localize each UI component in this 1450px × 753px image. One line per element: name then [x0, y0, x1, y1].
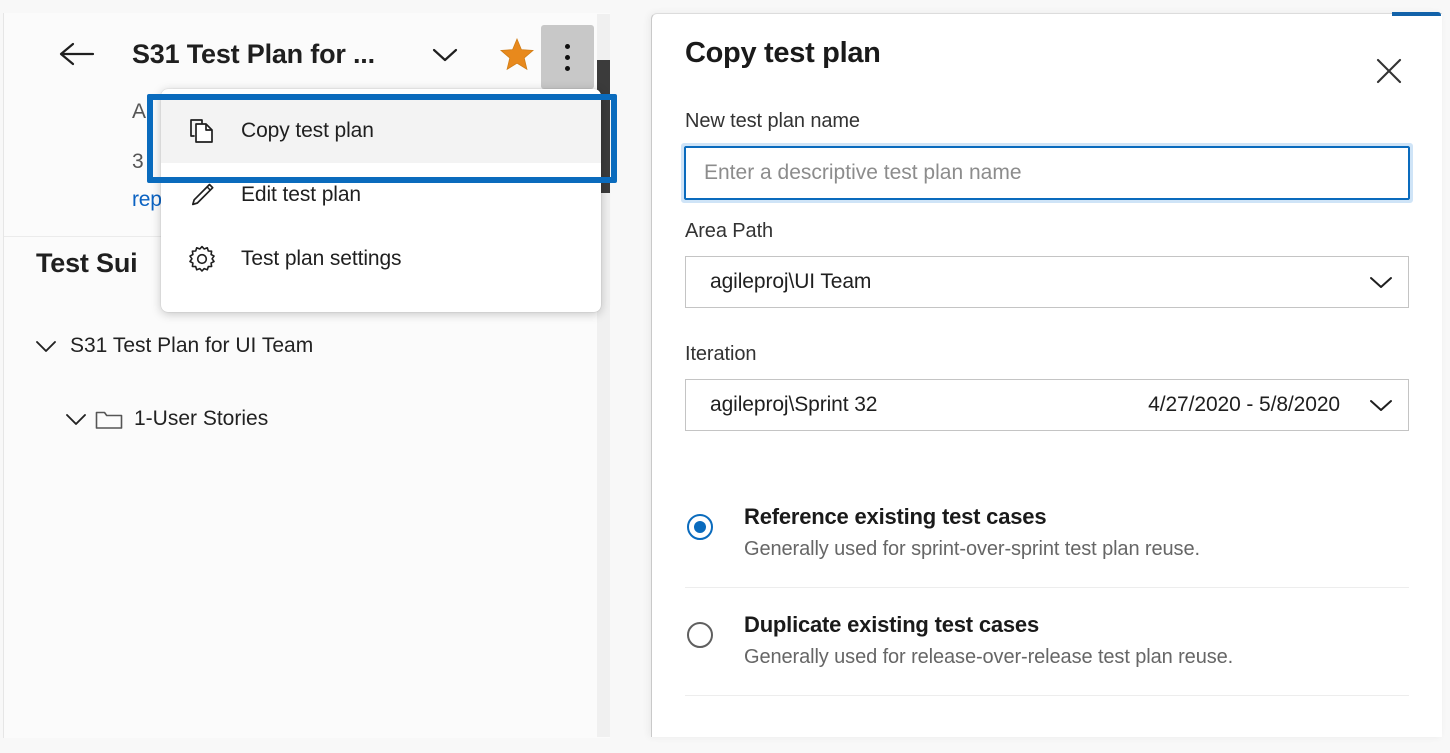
- pencil-icon: [187, 178, 225, 212]
- iteration-label: Iteration: [685, 343, 756, 366]
- ellipsis-vertical-icon: [565, 44, 570, 71]
- gear-icon: [187, 242, 225, 276]
- test-suites-heading: Test Sui: [36, 248, 137, 279]
- radio-button-reference[interactable]: [687, 514, 713, 540]
- option-description: Generally used for release-over-release …: [744, 643, 1233, 671]
- chevron-down-icon[interactable]: [60, 403, 92, 435]
- meta-link[interactable]: rep: [132, 188, 162, 212]
- menu-item-test-plan-settings[interactable]: Test plan settings: [161, 227, 601, 291]
- chevron-down-icon[interactable]: [425, 36, 465, 74]
- copy-test-plan-dialog: Copy test plan New test plan name Area P…: [651, 13, 1442, 737]
- meta-count-text: 3: [132, 150, 143, 174]
- new-test-plan-name-input[interactable]: [684, 146, 1410, 200]
- page-title[interactable]: S31 Test Plan for ...: [132, 33, 375, 75]
- option-duplicate-existing-test-cases[interactable]: Duplicate existing test cases Generally …: [685, 588, 1409, 696]
- folder-icon: [92, 403, 126, 435]
- more-actions-button[interactable]: [541, 25, 594, 89]
- menu-item-label: Copy test plan: [241, 119, 374, 143]
- dialog-title: Copy test plan: [685, 37, 881, 70]
- chevron-down-icon[interactable]: [1354, 380, 1408, 430]
- tree-item-user-stories[interactable]: 1-User Stories: [60, 403, 268, 435]
- area-path-value: agileproj\UI Team: [710, 270, 871, 294]
- copy-icon: [187, 114, 225, 148]
- chevron-down-icon[interactable]: [1354, 257, 1408, 307]
- menu-item-copy-test-plan[interactable]: Copy test plan: [161, 99, 601, 163]
- option-reference-existing-test-cases[interactable]: Reference existing test cases Generally …: [685, 480, 1409, 588]
- area-path-label: Area Path: [685, 220, 773, 243]
- menu-item-label: Edit test plan: [241, 183, 361, 207]
- tree-item-test-plan[interactable]: S31 Test Plan for UI Team: [30, 330, 313, 362]
- star-icon[interactable]: [496, 33, 538, 75]
- close-icon[interactable]: [1366, 48, 1412, 94]
- option-title: Duplicate existing test cases: [744, 612, 1039, 637]
- meta-area-path-text: A: [132, 100, 146, 124]
- iteration-select[interactable]: agileproj\Sprint 32 4/27/2020 - 5/8/2020: [685, 379, 1409, 431]
- radio-button-duplicate[interactable]: [687, 622, 713, 648]
- context-menu: Copy test plan Edit test plan Te: [161, 89, 601, 312]
- back-button[interactable]: [55, 32, 99, 76]
- app-root: S31 Test Plan for ... A 3 rep Test Sui: [0, 0, 1450, 753]
- area-path-select[interactable]: agileproj\UI Team: [685, 256, 1409, 308]
- menu-item-edit-test-plan[interactable]: Edit test plan: [161, 163, 601, 227]
- option-text: Reference existing test cases Generally …: [744, 502, 1200, 563]
- option-text: Duplicate existing test cases Generally …: [744, 610, 1233, 671]
- tree-item-label: S31 Test Plan for UI Team: [70, 334, 313, 358]
- new-test-plan-name-field[interactable]: [681, 143, 1413, 203]
- copy-mode-options: Reference existing test cases Generally …: [685, 480, 1409, 696]
- iteration-value: agileproj\Sprint 32: [710, 393, 877, 417]
- dialog-top-accent-bar: [1392, 12, 1441, 16]
- tree-item-label: 1-User Stories: [134, 407, 268, 431]
- chevron-down-icon[interactable]: [30, 330, 62, 362]
- option-title: Reference existing test cases: [744, 504, 1046, 529]
- new-test-plan-name-label: New test plan name: [685, 110, 860, 133]
- menu-item-label: Test plan settings: [241, 247, 401, 271]
- iteration-dates: 4/27/2020 - 5/8/2020: [1148, 393, 1340, 417]
- option-description: Generally used for sprint-over-sprint te…: [744, 535, 1200, 563]
